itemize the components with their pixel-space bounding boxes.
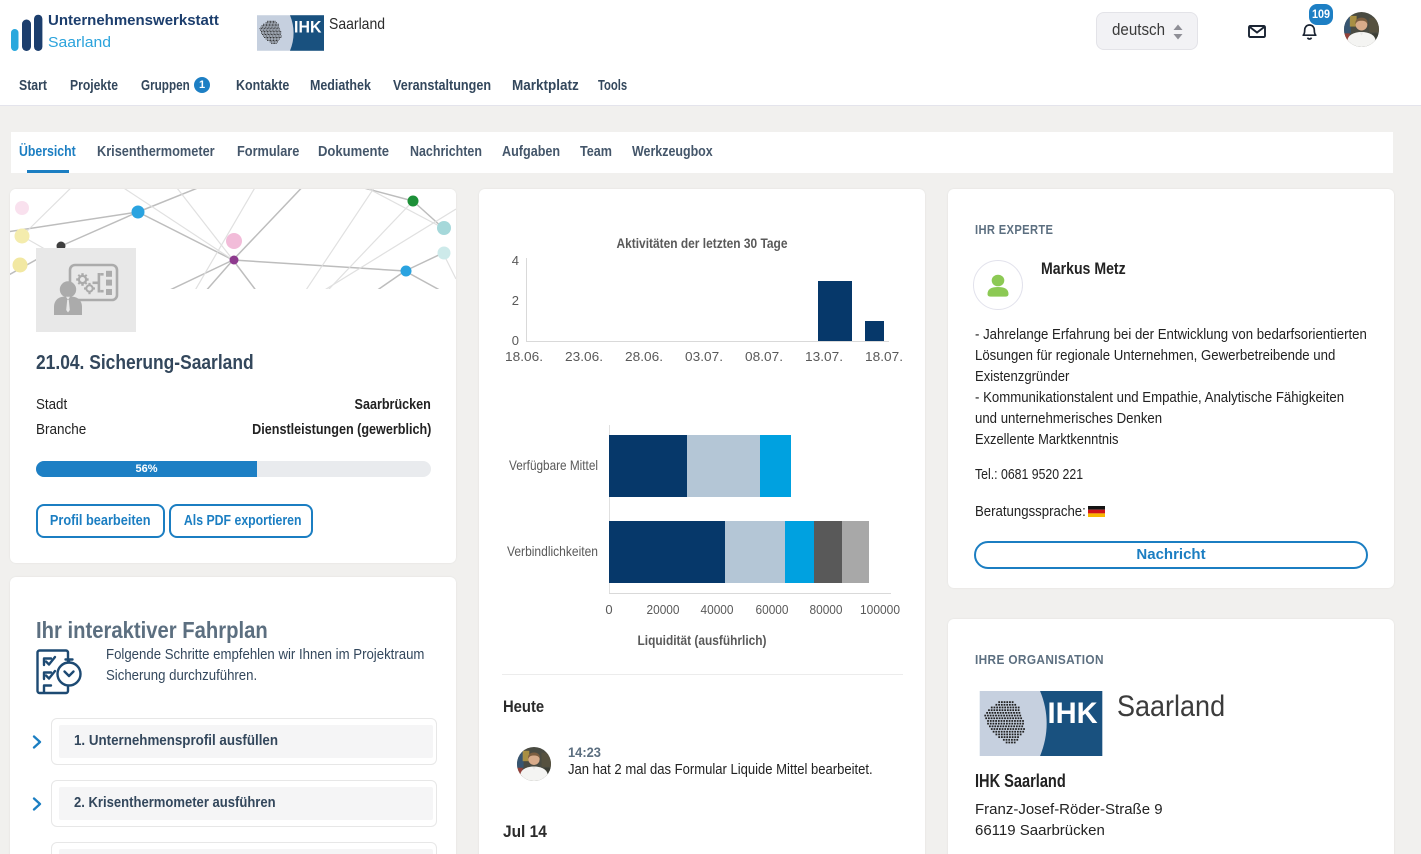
svg-text:20000: 20000	[647, 602, 680, 617]
svg-text:60000: 60000	[756, 602, 789, 617]
svg-text:2: 2	[512, 293, 519, 308]
svg-text:18.07.: 18.07.	[865, 349, 903, 364]
svg-text:08.07.: 08.07.	[745, 349, 783, 364]
svg-text:40000: 40000	[701, 602, 734, 617]
svg-text:13.07.: 13.07.	[805, 349, 843, 364]
svg-text:03.07.: 03.07.	[685, 349, 723, 364]
svg-text:0: 0	[512, 333, 519, 348]
svg-text:80000: 80000	[810, 602, 843, 617]
svg-text:Liquidität (ausführlich): Liquidität (ausführlich)	[638, 632, 767, 648]
svg-text:100000: 100000	[860, 602, 900, 617]
svg-text:Aktivitäten der letzten 30 Tag: Aktivitäten der letzten 30 Tage	[617, 235, 788, 251]
svg-text:18.06.: 18.06.	[505, 349, 543, 364]
svg-text:23.06.: 23.06.	[565, 349, 603, 364]
svg-text:28.06.: 28.06.	[625, 349, 663, 364]
svg-text:0: 0	[605, 602, 612, 617]
svg-text:Verfügbare Mittel: Verfügbare Mittel	[509, 457, 598, 473]
svg-text:4: 4	[512, 253, 519, 268]
svg-text:Verbindlichkeiten: Verbindlichkeiten	[507, 543, 598, 559]
